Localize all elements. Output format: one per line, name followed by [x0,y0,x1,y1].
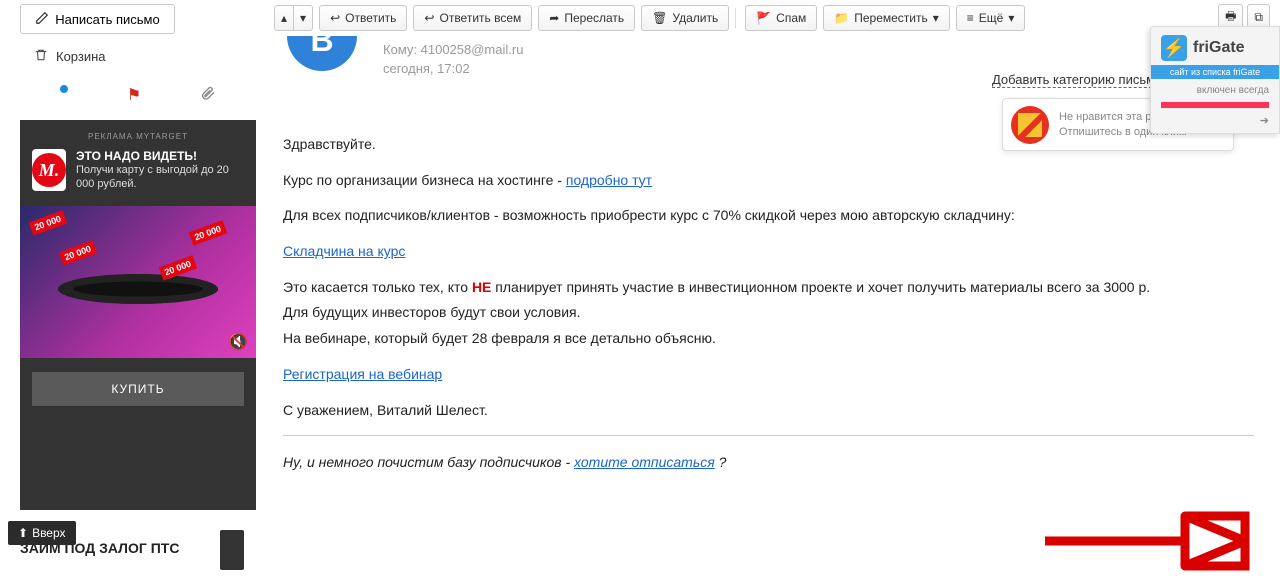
forward-label: Переслать [564,11,624,25]
frigate-status: включен всегда [1151,79,1279,102]
frigate-logo-icon: ⚡ [1161,35,1187,61]
link-webinar[interactable]: Регистрация на вебинар [283,366,442,382]
p-webinar: На вебинаре, который будет 28 февраля я … [283,328,1254,350]
add-category-link[interactable]: Добавить категорию письма [992,72,1162,88]
email-view: В Кому: 4100258@mail.ru сегодня, 17:02 Д… [275,36,1262,575]
chevron-down-icon: ▾ [933,11,939,25]
triangle-up-icon: ▴ [281,11,287,25]
reply-icon: ↩ [330,11,340,25]
spam-icon: 🚩 [756,11,771,25]
reply-button[interactable]: ↩ Ответить [319,5,407,31]
list-icon: ≡ [967,11,974,25]
ad-image: 20 000 20 000 20 000 20 000 🔇 [20,206,256,358]
frigate-bar [1161,102,1269,108]
move-label: Переместить [854,11,928,25]
email-body: Здравствуйте. Курс по организации бизнес… [283,134,1254,488]
bottom-ad-image [220,530,244,570]
print-icon: 🖶 [1225,7,1236,28]
forward-button[interactable]: ➦ Переслать [538,5,635,31]
reply-label: Ответить [345,11,396,25]
folder-icon: 📁 [834,11,849,25]
p-greeting: Здравствуйте. [283,134,1254,156]
compose-label: Написать письмо [55,12,159,27]
link-details[interactable]: подробно тут [566,172,652,188]
link-unsubscribe-body[interactable]: хотите отписаться [574,454,715,470]
unread-filter-icon[interactable] [60,85,68,93]
frigate-panel[interactable]: ⚡ friGate сайт из списка friGate включен… [1150,26,1280,134]
reply-all-icon: ↩ [424,11,434,25]
frigate-sublabel: сайт из списка friGate [1151,65,1279,79]
p-investors: Для будущих инвесторов будут свои услови… [283,302,1254,324]
spam-button[interactable]: 🚩 Спам [745,5,817,31]
folder-trash-label: Корзина [56,49,106,64]
trash-icon: 🗑 [652,11,667,25]
folder-trash[interactable]: Корзина [20,42,256,71]
forward-icon: ➦ [549,11,559,25]
trash-icon [34,48,48,65]
spam-label: Спам [776,11,806,25]
frigate-arrow-icon: ➔ [1151,114,1279,133]
signature: С уважением, Виталий Шелест. [283,400,1254,422]
chevron-down-icon: ▾ [1008,11,1014,25]
compose-button[interactable]: Написать письмо [20,4,175,34]
scroll-top-button[interactable]: ⬆Вверх [8,521,76,545]
ad-subtitle: Получи карту с выгодой до 20 000 рублей. [76,163,244,192]
sidebar-ad[interactable]: РЕКЛАМА MYTARGET М. ЭТО НАДО ВИДЕТЬ! Пол… [20,120,256,510]
next-button[interactable]: ▾ [294,5,313,31]
link-skladchina[interactable]: Складчина на курс [283,243,405,259]
mute-icon[interactable]: 🔇 [228,332,248,352]
divider [283,435,1254,436]
delete-label: Удалить [672,11,718,25]
compose-icon [35,11,49,28]
external-icon: ⧉ [1254,10,1263,25]
p-course: Курс по организации бизнеса на хостинге … [283,170,1254,192]
email-to: Кому: 4100258@mail.ru [383,42,523,57]
ad-logo: М. [32,149,66,191]
ad-buy-button[interactable]: КУПИТЬ [32,372,244,406]
flagged-filter-icon[interactable]: ⚑ [127,85,141,105]
triangle-down-icon: ▾ [300,11,306,25]
more-label: Ещё [979,11,1004,25]
arrow-up-icon: ⬆ [18,526,28,540]
delete-button[interactable]: 🗑 Удалить [641,5,729,31]
ad-header: РЕКЛАМА MYTARGET [20,120,256,149]
attachment-filter-icon[interactable] [200,85,216,105]
p-ps: Ну, и немного почистим базу подписчиков … [283,452,1254,474]
avatar: В [287,36,357,71]
p-condition: Это касается только тех, кто НЕ планируе… [283,277,1254,299]
more-button[interactable]: ≡ Ещё ▾ [956,5,1026,31]
reply-all-label: Ответить всем [439,11,521,25]
reply-all-button[interactable]: ↩ Ответить всем [413,5,532,31]
prev-button[interactable]: ▴ [274,5,294,31]
move-button[interactable]: 📁 Переместить ▾ [823,5,950,31]
frigate-name: friGate [1193,39,1245,57]
annotation-arrow [1035,496,1255,586]
ne-highlight: НЕ [472,279,491,295]
p-discount: Для всех подписчиков/клиентов - возможно… [283,205,1254,227]
email-date: сегодня, 17:02 [383,61,523,76]
ad-title: ЭТО НАДО ВИДЕТЬ! [76,149,244,163]
